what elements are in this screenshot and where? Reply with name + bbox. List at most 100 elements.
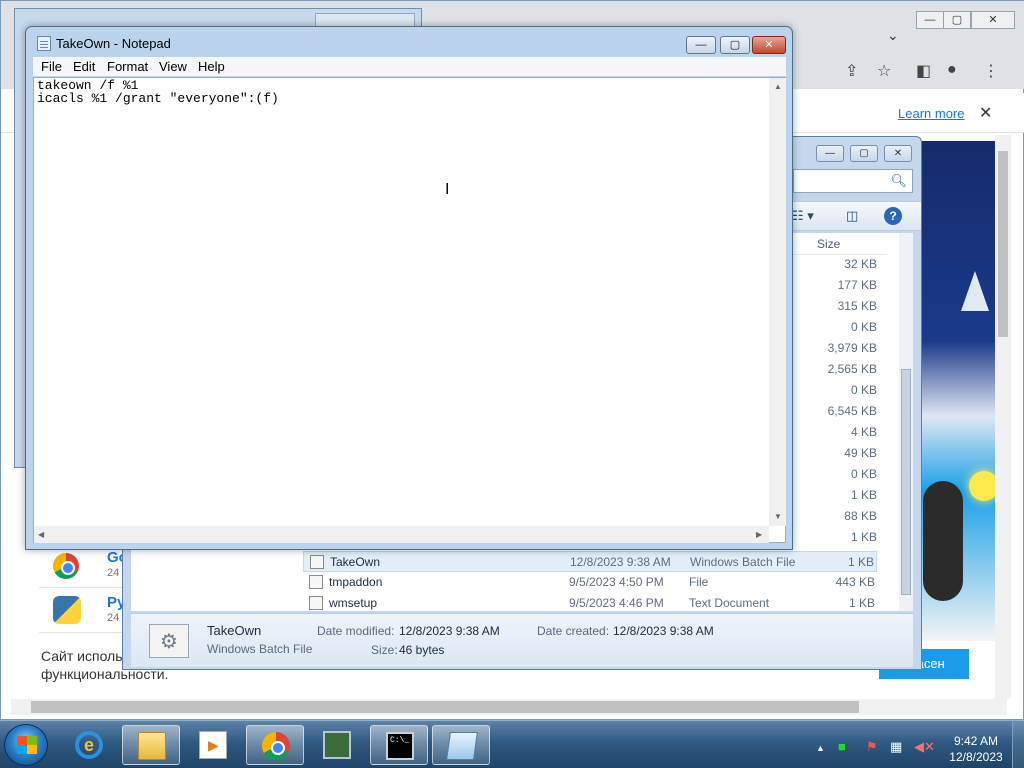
show-desktop-button[interactable]: [1012, 721, 1024, 768]
show-hidden-icons-icon[interactable]: ▲: [816, 743, 825, 753]
scroll-down-arrow-icon[interactable]: ▼: [774, 512, 782, 521]
taskbar: e C:\_ ▲ ■ ⚑ ▦ ◀✕ 9:42 AM 12/8/2023: [0, 720, 1024, 768]
file-name: TakeOwn: [330, 555, 381, 569]
taskbar-media-player[interactable]: [184, 725, 242, 765]
tray-green-icon[interactable]: ■: [838, 739, 846, 754]
file-type: Text Document: [689, 596, 770, 610]
taskbar-command-prompt[interactable]: C:\_: [370, 725, 428, 765]
media-player-icon: [199, 731, 227, 759]
menu-help[interactable]: Help: [198, 59, 225, 74]
learn-more-link[interactable]: Learn more: [898, 106, 964, 121]
horizontal-scroll-thumb[interactable]: [31, 701, 859, 713]
preview-pane-icon[interactable]: ◫: [846, 208, 858, 224]
size-cell: 32 KB: [844, 257, 877, 271]
size-cell: 0 KB: [850, 320, 877, 334]
file-date: 9/5/2023 4:50 PM: [569, 575, 664, 589]
scroll-up-arrow-icon[interactable]: ▲: [774, 82, 782, 91]
text-editor[interactable]: takeown /f %1 icacls %1 /grant "everyone…: [33, 77, 786, 543]
taskbar-internet-explorer[interactable]: e: [60, 725, 118, 765]
chrome-icon: [262, 732, 290, 760]
size-cell: 49 KB: [844, 446, 877, 460]
menu-kebab-icon[interactable]: ⋮: [983, 61, 999, 83]
notepad-window[interactable]: TakeOwn - Notepad — ▢ ✕ File Edit Format…: [25, 26, 793, 550]
file-row[interactable]: tmpaddon 9/5/2023 4:50 PM File 443 KB: [303, 572, 877, 593]
notepad-icon: [37, 36, 51, 51]
maximize-button[interactable]: ▢: [720, 36, 750, 54]
tree-graphic: [961, 271, 989, 311]
maximize-button[interactable]: ▢: [850, 145, 878, 162]
size-cell: 0 KB: [850, 467, 877, 481]
windows-logo-icon-lower: [17, 745, 37, 754]
file-name: wmsetup: [329, 596, 378, 610]
share-icon[interactable]: ⇪: [845, 61, 858, 83]
date-created-value: 12/8/2023 9:38 AM: [613, 624, 714, 638]
size-value: 46 bytes: [399, 643, 445, 657]
vertical-scroll-thumb[interactable]: [901, 369, 911, 595]
clock[interactable]: 9:42 AM 12/8/2023: [936, 733, 1016, 765]
command-prompt-icon: C:\_: [386, 732, 414, 760]
minimize-button[interactable]: —: [816, 145, 844, 162]
action-center-icon[interactable]: ⚑: [866, 739, 878, 755]
close-button[interactable]: ✕: [884, 145, 912, 162]
close-button[interactable]: ✕: [752, 36, 786, 54]
size-cell: 2,565 KB: [827, 362, 877, 376]
close-button[interactable]: ✕: [971, 11, 1015, 29]
file-size: 443 KB: [835, 575, 875, 589]
taskbar-chrome[interactable]: [246, 725, 304, 765]
menu-bar: File Edit Format View Help: [33, 57, 786, 76]
vertical-scroll-thumb[interactable]: [998, 151, 1008, 337]
maximize-button[interactable]: ▢: [943, 11, 971, 29]
network-icon[interactable]: ▦: [890, 739, 902, 755]
volume-muted-icon[interactable]: ◀✕: [914, 739, 935, 755]
text-line: icacls %1 /grant "everyone":(f): [37, 91, 279, 106]
list-item-subtitle: 24: [107, 567, 120, 579]
file-icon: [310, 555, 324, 569]
details-file-name: TakeOwn: [207, 623, 262, 638]
task-manager-icon: [323, 731, 351, 759]
vertical-scrollbar[interactable]: ▲ ▼: [769, 78, 786, 526]
size-cell: 88 KB: [844, 509, 877, 523]
list-item[interactable]: Py 24: [39, 588, 129, 633]
file-row[interactable]: wmsetup 9/5/2023 4:46 PM Text Document 1 KB: [303, 593, 877, 614]
menu-format[interactable]: Format: [107, 59, 148, 74]
menu-edit[interactable]: Edit: [73, 59, 95, 74]
menu-file[interactable]: File: [41, 59, 62, 74]
bookmark-star-icon[interactable]: ☆: [877, 61, 891, 83]
minimize-button[interactable]: —: [686, 36, 716, 54]
file-type: Windows Batch File: [690, 555, 796, 569]
size-cell: 1 KB: [850, 488, 877, 502]
minimize-button[interactable]: —: [916, 11, 944, 29]
date-modified-value: 12/8/2023 9:38 AM: [399, 624, 500, 638]
taskbar-task-manager[interactable]: [308, 725, 366, 765]
size-cell: 315 KB: [837, 299, 877, 313]
side-panel-icon[interactable]: ◧: [916, 61, 931, 83]
python-icon: [53, 596, 81, 624]
file-icon: [309, 596, 323, 610]
file-row[interactable]: TakeOwn 12/8/2023 9:38 AM Windows Batch Fi…: [303, 551, 877, 572]
scroll-right-arrow-icon[interactable]: ▶: [756, 530, 762, 539]
infobar-close-icon[interactable]: ✕: [979, 103, 992, 123]
taskbar-notepad[interactable]: [432, 725, 490, 765]
details-file-type: Windows Batch File: [207, 642, 313, 656]
start-button[interactable]: [4, 724, 48, 766]
folder-icon: [138, 732, 166, 760]
clock-date: 12/8/2023: [949, 750, 1003, 764]
tab-search-dropdown[interactable]: ⌄: [887, 27, 899, 44]
profile-avatar-icon[interactable]: ●: [947, 61, 957, 83]
size-label: Size:: [371, 643, 398, 657]
internet-explorer-icon: e: [75, 731, 103, 759]
file-icon: [309, 575, 323, 589]
menu-view[interactable]: View: [159, 59, 187, 74]
details-pane: TakeOwn Windows Batch File Date modified…: [131, 613, 913, 667]
size-cell: 0 KB: [850, 383, 877, 397]
notepad-icon: [446, 732, 478, 760]
scroll-left-arrow-icon[interactable]: ◀: [38, 530, 44, 539]
system-tray: ▲ ■ ⚑ ▦ ◀✕ 9:42 AM 12/8/2023: [812, 721, 1024, 768]
date-created-label: Date created:: [537, 624, 610, 638]
size-cell: 4 KB: [850, 425, 877, 439]
search-input[interactable]: 🔍︎: [793, 169, 913, 193]
help-icon[interactable]: ?: [884, 207, 902, 225]
view-options-icon[interactable]: ☷ ▾: [792, 208, 814, 224]
taskbar-explorer[interactable]: [122, 725, 180, 765]
horizontal-scrollbar[interactable]: ◀ ▶: [34, 526, 769, 543]
